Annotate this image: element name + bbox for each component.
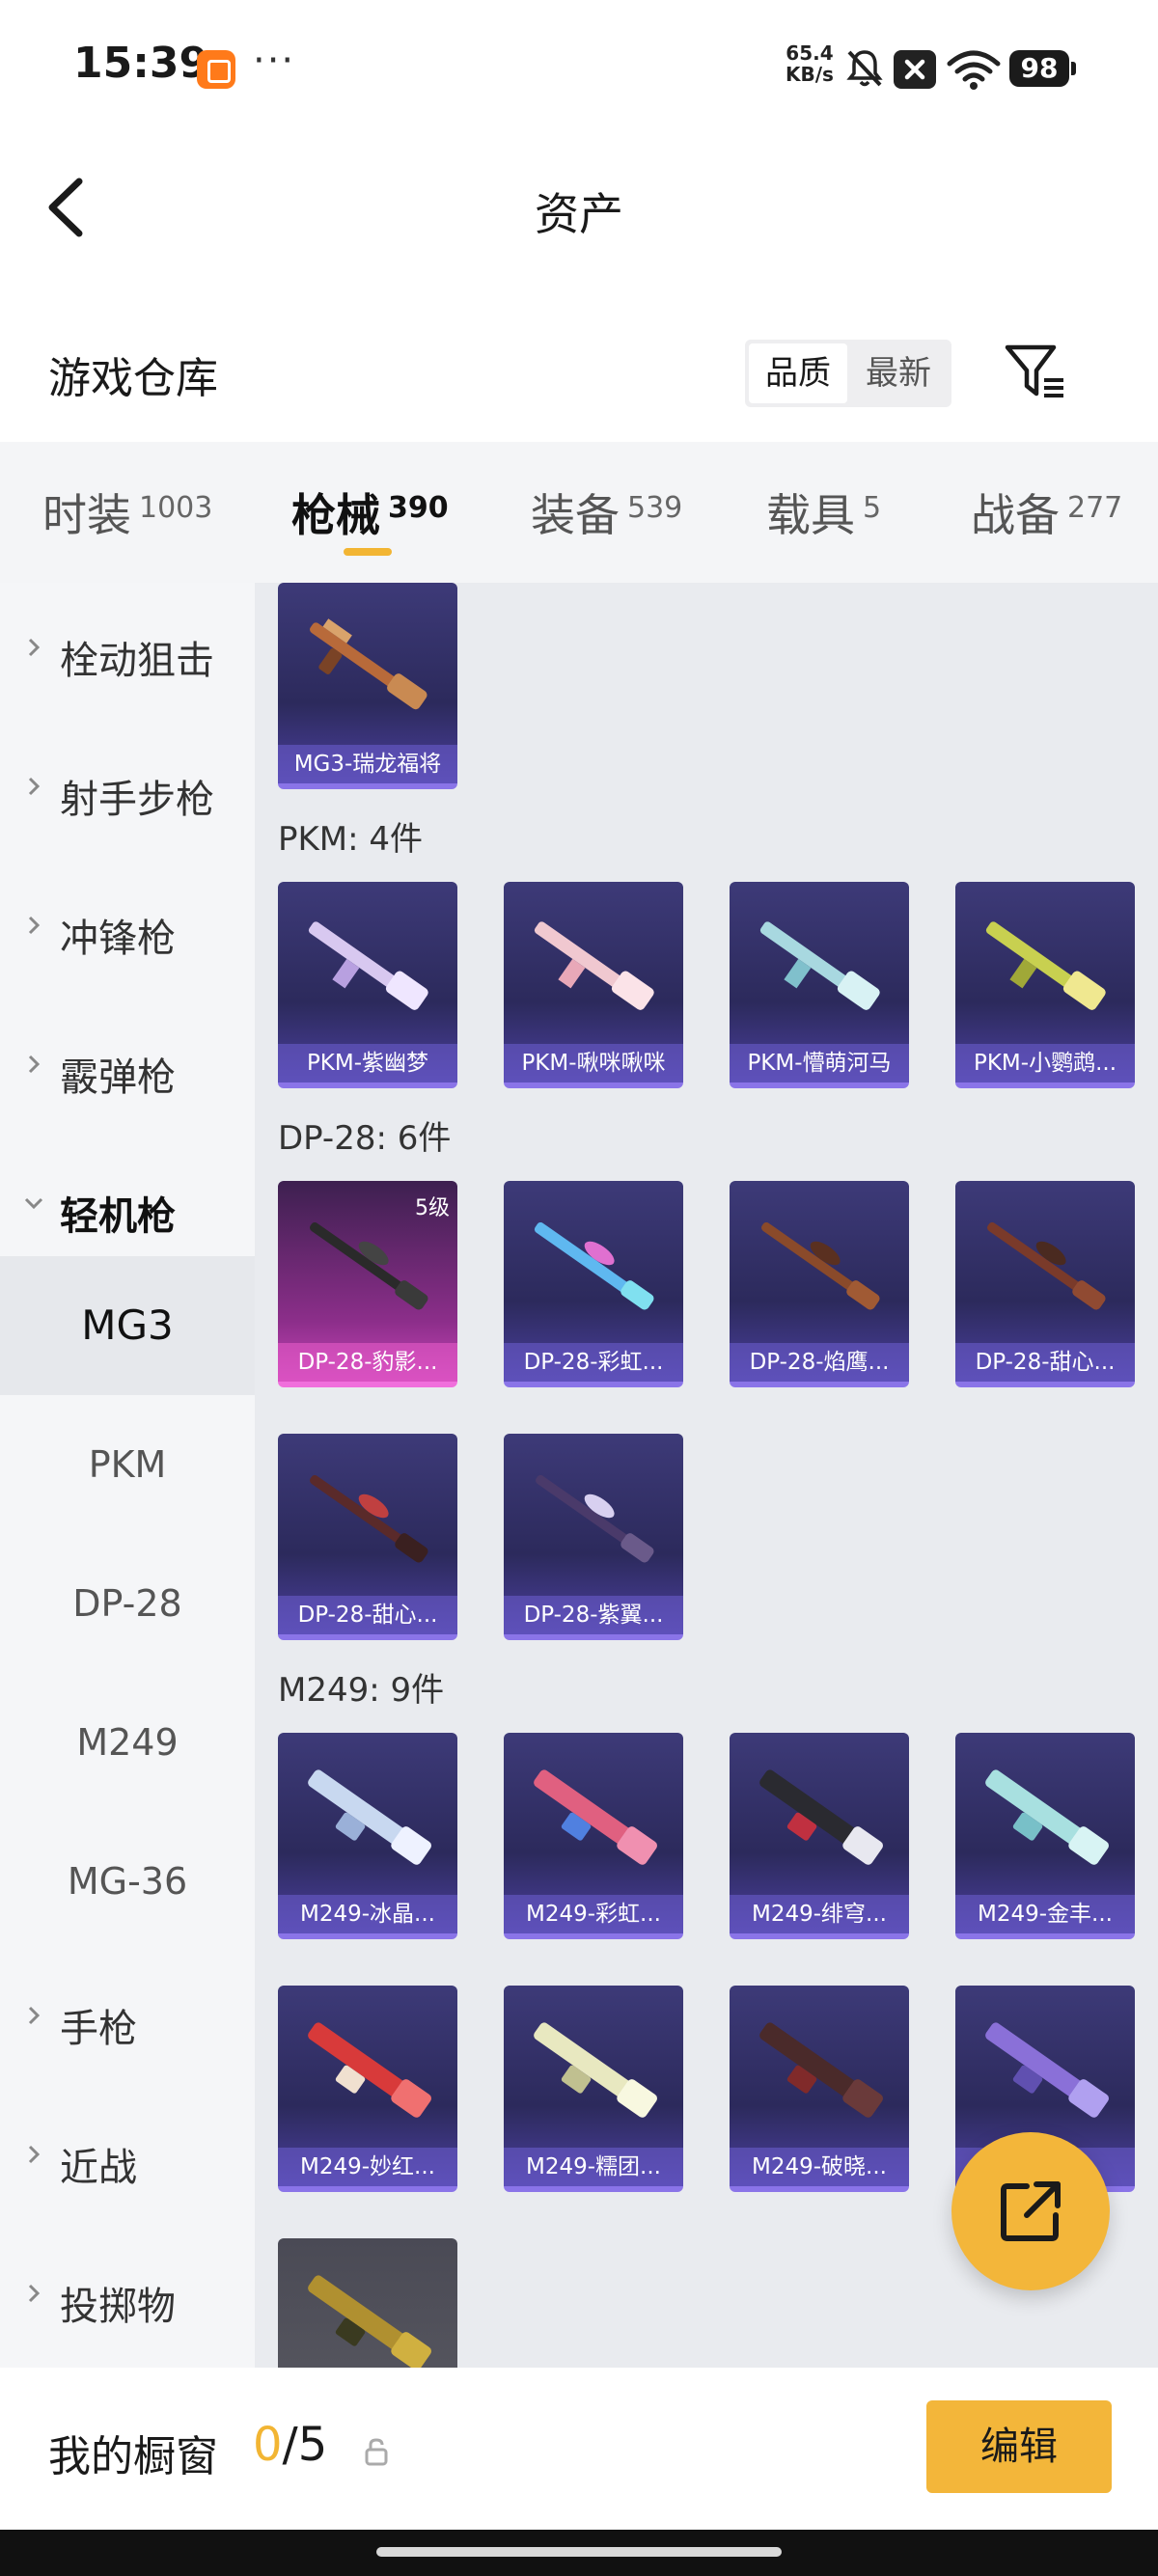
lmg-skin-image xyxy=(985,921,1106,1010)
mute-bell-icon xyxy=(846,50,883,87)
tab-firearms[interactable]: 枪械 390 xyxy=(291,480,449,544)
showcase-label: 我的橱窗 xyxy=(48,2432,218,2481)
sidebar-item-melee[interactable]: 近战 xyxy=(0,2090,255,2229)
lmg-skin-image xyxy=(987,1221,1106,1310)
sort-by-newest-button[interactable]: 最新 xyxy=(849,343,948,403)
lmg-skin-image xyxy=(534,1221,654,1310)
skin-card[interactable]: PKM-小鹦鹉... xyxy=(955,882,1135,1088)
lmg-skin-image xyxy=(310,1221,428,1310)
lock-icon xyxy=(365,2438,388,2466)
group-title-dp28: DP-28: 6件 xyxy=(278,1119,452,1158)
tab-fashion[interactable]: 时装 1003 xyxy=(42,480,212,544)
sidebar-subitem-pkm[interactable]: PKM xyxy=(0,1395,255,1534)
share-external-icon xyxy=(1001,2181,1061,2241)
lmg-skin-image xyxy=(534,921,654,1010)
skin-card[interactable]: 5级 DP-28-豹影... xyxy=(278,1181,457,1387)
group-title-pkm: PKM: 4件 xyxy=(278,820,424,859)
skin-card[interactable]: PKM-紫幽梦 xyxy=(278,882,457,1088)
lmg-skin-image xyxy=(759,2022,883,2118)
category-tabs: 时装 1003 枪械 390 装备 539 载具 5 战备 277 xyxy=(0,442,1158,583)
skin-card[interactable]: PKM-啾咪啾咪 xyxy=(504,882,683,1088)
lmg-skin-image xyxy=(761,1221,880,1310)
sidebar-item-pistol[interactable]: 手枪 xyxy=(0,1951,255,2090)
chevron-right-icon xyxy=(28,2006,41,2025)
sidebar-subitem-mg3[interactable]: MG3 xyxy=(0,1256,255,1395)
edit-button[interactable]: 编辑 xyxy=(926,2400,1112,2493)
lmg-skin-image xyxy=(759,921,880,1010)
tab-supplies[interactable]: 战备 277 xyxy=(971,480,1122,544)
skin-card[interactable]: DP-28-彩虹... xyxy=(504,1181,683,1387)
sidebar-item-smg[interactable]: 冲锋枪 xyxy=(0,861,255,1000)
sidebar-subitem-m249[interactable]: M249 xyxy=(0,1673,255,1812)
skin-card[interactable]: M249-冰晶... xyxy=(278,1733,457,1939)
status-bar: 15:39 ··· 65.4 KB/s 98 xyxy=(0,0,1158,135)
sort-toggle: 品质 最新 xyxy=(745,340,951,407)
app-notification-icon xyxy=(197,50,235,89)
lmg-skin-image xyxy=(759,1769,883,1865)
active-tab-indicator xyxy=(344,548,392,556)
sort-by-quality-button[interactable]: 品质 xyxy=(749,343,847,403)
skin-card[interactable]: M249-破晓... xyxy=(730,1986,909,2192)
lmg-skin-image xyxy=(308,921,428,1010)
skin-card[interactable]: MG3-瑞龙福将 xyxy=(278,583,457,789)
lmg-skin-image xyxy=(310,618,427,710)
wifi-icon xyxy=(947,50,1001,90)
sidebar-item-marksman-rifle[interactable]: 射手步枪 xyxy=(0,722,255,861)
navigation-gesture-area xyxy=(0,2530,1158,2576)
chevron-down-icon xyxy=(24,1197,43,1210)
group-title-m249: M249: 9件 xyxy=(278,1671,445,1710)
skin-card[interactable]: DP-28-焰鹰... xyxy=(730,1181,909,1387)
skin-card[interactable]: DP-28-甜心... xyxy=(955,1181,1135,1387)
chevron-right-icon xyxy=(28,1055,41,1074)
chevron-right-icon xyxy=(28,638,41,657)
sidebar-subitem-mg36[interactable]: MG-36 xyxy=(0,1812,255,1951)
filter-icon[interactable] xyxy=(1004,343,1067,401)
chevron-right-icon xyxy=(28,777,41,796)
chevron-right-icon xyxy=(28,2284,41,2303)
lmg-skin-image xyxy=(985,1769,1109,1865)
network-speed: 65.4 KB/s xyxy=(786,41,834,86)
skin-card[interactable]: M249-绯穹... xyxy=(730,1733,909,1939)
share-floating-button[interactable] xyxy=(951,2132,1110,2290)
lmg-skin-image xyxy=(308,1769,431,1865)
battery-indicator: 98 xyxy=(1009,50,1076,87)
tab-equipment[interactable]: 装备 539 xyxy=(531,480,682,544)
warehouse-title: 游戏仓库 xyxy=(48,354,218,403)
skin-card[interactable]: DP-28-甜心... xyxy=(278,1434,457,1640)
showcase-bar: 我的橱窗 0/5 编辑 xyxy=(0,2368,1158,2530)
showcase-count: 0/5 xyxy=(253,2418,328,2472)
skin-card[interactable]: PKM-懵萌河马 xyxy=(730,882,909,1088)
lmg-skin-image xyxy=(534,2022,657,2118)
weapon-category-sidebar: 栓动狙击 射手步枪 冲锋枪 霰弹枪 轻机枪 MG3 PKM DP-28 M249… xyxy=(0,583,255,2368)
lmg-skin-image xyxy=(308,2275,431,2368)
clock: 15:39 xyxy=(73,39,209,88)
lmg-skin-image xyxy=(536,1474,654,1563)
weapon-skin-grid: MG3-瑞龙福将 PKM: 4件 PKM-紫幽梦 PKM-啾咪啾咪 PKM-懵萌… xyxy=(255,583,1158,2368)
sidebar-item-bolt-sniper[interactable]: 栓动狙击 xyxy=(0,583,255,722)
skin-card[interactable]: M249-妙红... xyxy=(278,1986,457,2192)
home-indicator[interactable] xyxy=(376,2547,782,2557)
lmg-skin-image xyxy=(308,2022,431,2118)
lmg-skin-image xyxy=(534,1769,657,1865)
page-title: 资产 xyxy=(535,188,623,240)
sidebar-item-throwables[interactable]: 投掷物 xyxy=(0,2229,255,2368)
lmg-skin-image xyxy=(310,1474,428,1563)
chevron-right-icon xyxy=(28,916,41,935)
no-sim-icon xyxy=(894,50,936,89)
lmg-skin-image xyxy=(985,2022,1109,2118)
app-header: 资产 xyxy=(0,145,1158,270)
tab-vehicles[interactable]: 载具 5 xyxy=(766,480,881,544)
chevron-right-icon xyxy=(28,2145,41,2164)
skin-card[interactable] xyxy=(278,2238,457,2368)
skin-card[interactable]: M249-金丰... xyxy=(955,1733,1135,1939)
sidebar-item-shotgun[interactable]: 霰弹枪 xyxy=(0,1000,255,1138)
more-notifications-icon: ··· xyxy=(253,39,296,83)
skin-card[interactable]: M249-彩虹... xyxy=(504,1733,683,1939)
skin-card[interactable]: M249-糯团... xyxy=(504,1986,683,2192)
skin-card[interactable]: DP-28-紫翼... xyxy=(504,1434,683,1640)
sidebar-subitem-dp28[interactable]: DP-28 xyxy=(0,1534,255,1673)
